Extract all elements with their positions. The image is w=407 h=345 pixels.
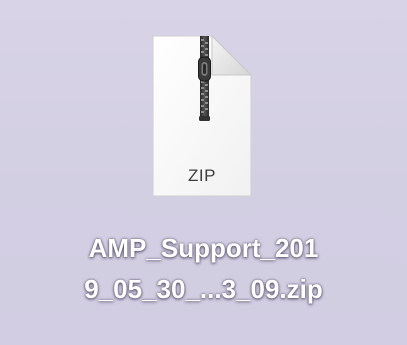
file-name-line-1: AMP_Support_201 bbox=[88, 233, 319, 263]
zip-archive-icon[interactable]: ZIP bbox=[152, 35, 252, 198]
file-name-label[interactable]: AMP_Support_201 9_05_30_...3_09.zip bbox=[0, 228, 407, 310]
desktop-file-item[interactable]: ZIP AMP_Support_201 9_05_30_...3_09.zip bbox=[0, 0, 407, 345]
file-name-line-2: 9_05_30_...3_09.zip bbox=[84, 274, 323, 304]
icon-extension-label: ZIP bbox=[188, 166, 216, 185]
